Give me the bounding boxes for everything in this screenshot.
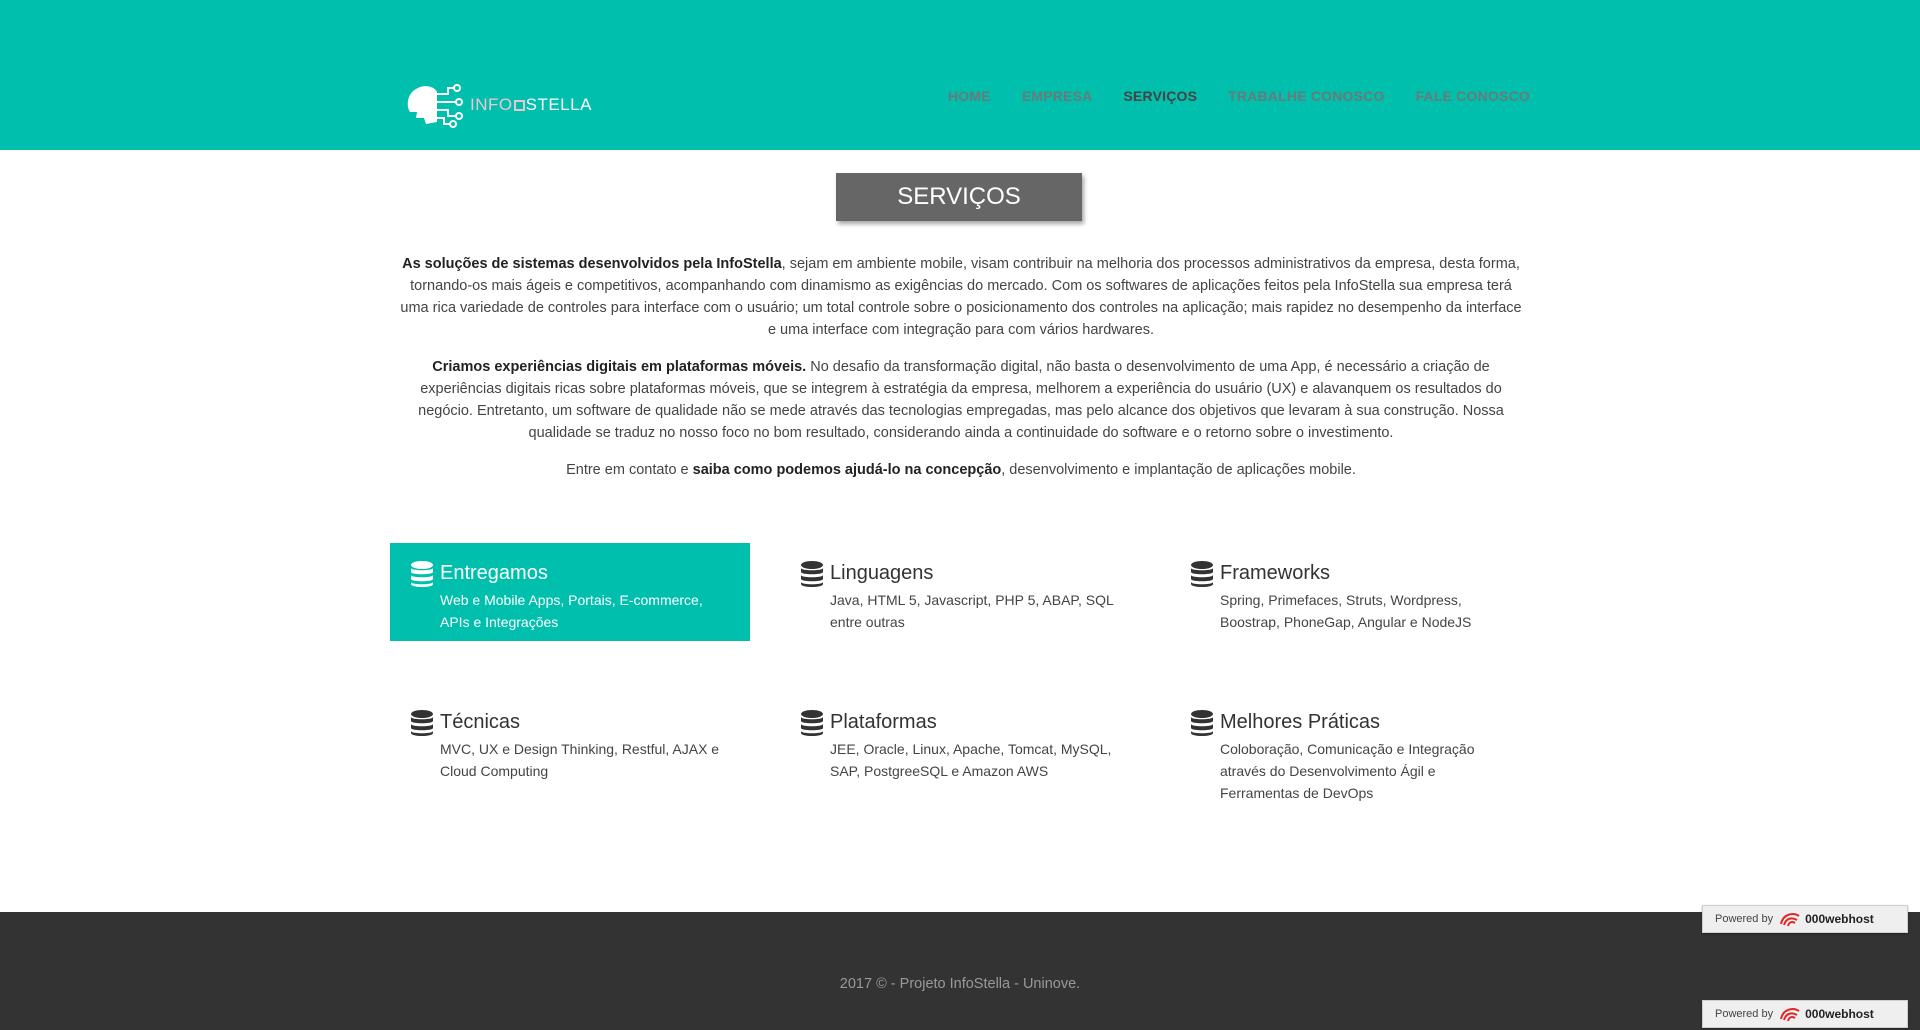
database-icon [801, 561, 823, 587]
service-description: Java, HTML 5, Javascript, PHP 5, ABAP, S… [830, 592, 1114, 630]
page-title: SERVIÇOS [836, 173, 1082, 221]
logo-text-info: INFO [470, 95, 513, 114]
service-title: Entregamos [440, 562, 548, 584]
webhost-badge-bottom[interactable]: Powered by 000webhost [1702, 1000, 1908, 1028]
contact-line: Entre em contato e saiba como podemos aj… [396, 459, 1526, 481]
service-card-header: Entregamos [410, 559, 730, 588]
service-card[interactable]: Plataformas JEE, Oracle, Linux, Apache, T… [780, 692, 1140, 790]
webhost-powered-label: Powered by [1715, 1008, 1774, 1020]
service-card-header: Técnicas [410, 708, 730, 737]
paragraph-2-bold: Criamos experiências digitais em platafo… [432, 359, 807, 375]
service-card[interactable]: Melhores Práticas Coloboração, Comunicaçã… [1170, 692, 1530, 801]
site-footer: 2017 © - Projeto InfoStella - Uninove. [0, 912, 1920, 1030]
webhost-brand: 000webhost [1805, 912, 1874, 926]
service-card-header: Plataformas [800, 708, 1120, 737]
intro-paragraph-2: Criamos experiências digitais em platafo… [396, 356, 1526, 444]
contact-after: , desenvolvimento e implantação de aplic… [1001, 462, 1356, 478]
service-title: Plataformas [830, 711, 937, 733]
contact-bold: saiba como podemos ajudá-lo na concepção [692, 462, 1002, 478]
service-title: Técnicas [440, 711, 521, 733]
service-title: Melhores Práticas [1220, 711, 1381, 733]
database-icon [411, 710, 433, 736]
webhost-brand: 000webhost [1805, 1007, 1874, 1021]
service-card[interactable]: Frameworks Spring, Primefaces, Struts, Wo… [1170, 543, 1530, 641]
service-description: Web e Mobile Apps, Portais, E-commerce, … [440, 592, 703, 630]
webhost-badge[interactable]: Powered by 000webhost [1702, 905, 1908, 933]
database-icon [411, 561, 433, 587]
paragraph-1-bold: As soluções de sistemas desenvolvidos pe… [402, 256, 782, 272]
database-icon [1191, 561, 1213, 587]
intro-paragraph-1: As soluções de sistemas desenvolvidos pe… [396, 253, 1526, 341]
logo-wordmark: INFO STELLA [470, 95, 592, 115]
main-nav: HOME EMPRESA SERVIÇOS TRABALHE CONOSCO F… [917, 88, 1530, 104]
service-description: MVC, UX e Design Thinking, Restful, AJAX… [440, 741, 720, 779]
footer-copyright: 2017 © - Projeto InfoStella - Uninove. [839, 976, 1081, 992]
nav-empresa[interactable]: EMPRESA [1022, 88, 1093, 104]
nav-trabalhe-conosco[interactable]: TRABALHE CONOSCO [1228, 88, 1384, 104]
service-card-header: Frameworks [1190, 559, 1510, 588]
webhost-logo-icon [1780, 1008, 1800, 1022]
service-description: Coloboração, Comunicação e Integração at… [1220, 741, 1475, 801]
service-title: Linguagens [830, 562, 934, 584]
service-description: JEE, Oracle, Linux, Apache, Tomcat, MySQ… [830, 741, 1112, 779]
head-circuit-icon [407, 84, 463, 128]
site-logo[interactable]: INFO STELLA [404, 82, 592, 128]
database-icon [801, 710, 823, 736]
logo-text-stella: STELLA [525, 95, 592, 114]
service-card-header: Melhores Práticas [1190, 708, 1510, 737]
service-title: Frameworks [1220, 562, 1331, 584]
nav-servicos[interactable]: SERVIÇOS [1123, 88, 1197, 104]
webhost-logo-icon [1780, 913, 1800, 927]
service-card[interactable]: Entregamos Web e Mobile Apps, Portais, E-… [390, 543, 750, 641]
service-card-header: Linguagens [800, 559, 1120, 588]
logo-box [513, 100, 525, 111]
contact-before: Entre em contato e [566, 462, 693, 478]
service-description: Spring, Primefaces, Struts, Wordpress, B… [1220, 592, 1472, 630]
nav-home[interactable]: HOME [948, 88, 991, 104]
service-card[interactable]: Técnicas MVC, UX e Design Thinking, Restf… [390, 692, 750, 790]
intro-content: As soluções de sistemas desenvolvidos pe… [396, 253, 1526, 496]
nav-fale-conosco[interactable]: FALE CONOSCO [1416, 88, 1530, 104]
service-card[interactable]: Linguagens Java, HTML 5, Javascript, PHP … [780, 543, 1140, 641]
site-header: INFO STELLA HOME EMPRESA SERVIÇOS TRABALH… [0, 0, 1920, 150]
webhost-powered-label: Powered by [1715, 913, 1774, 925]
database-icon [1191, 710, 1213, 736]
